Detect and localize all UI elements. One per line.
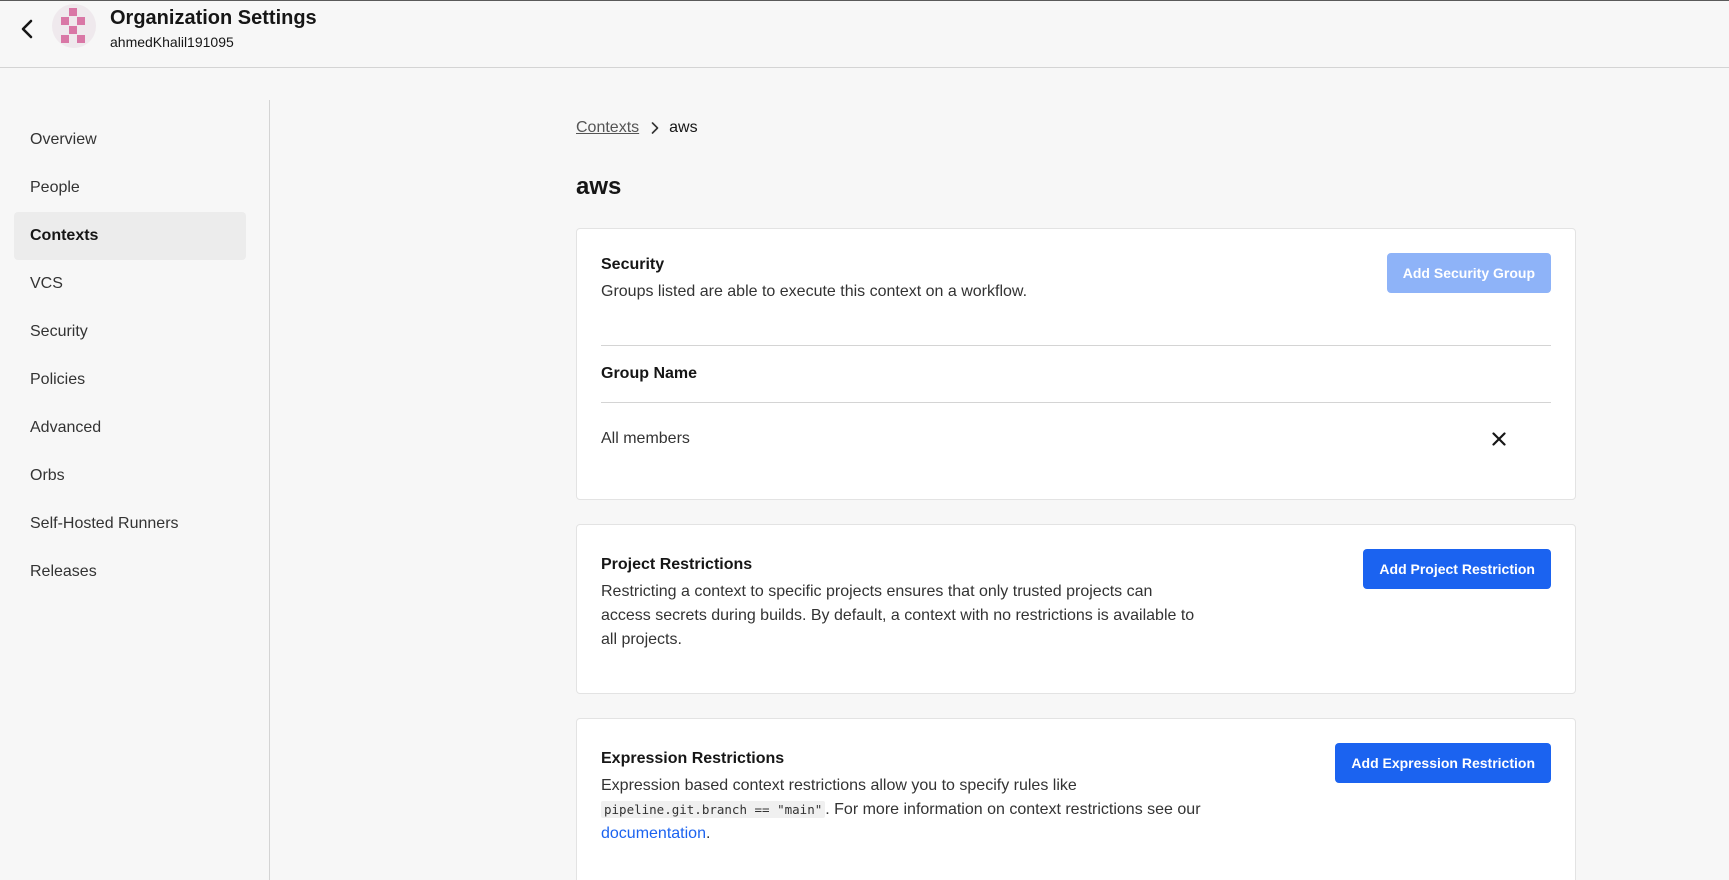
sidebar-item-self-hosted-runners[interactable]: Self-Hosted Runners [14, 500, 246, 548]
documentation-link[interactable]: documentation [601, 825, 706, 842]
project-restrictions-description: Restricting a context to specific projec… [601, 580, 1261, 652]
sidebar-divider [269, 100, 270, 880]
expression-restrictions-title: Expression Restrictions [601, 750, 785, 767]
add-project-restriction-button[interactable]: Add Project Restriction [1363, 549, 1551, 589]
divider [601, 402, 1551, 403]
expression-restrictions-description: Expression based context restrictions al… [601, 774, 1281, 846]
link-suffix: . [705, 825, 711, 842]
remove-group-button[interactable] [1485, 425, 1513, 453]
description-line: pipeline.git.branch == "main". For more … [601, 798, 1281, 822]
close-icon [1492, 432, 1506, 446]
settings-sidebar: Overview People Contexts VCS Security Po… [0, 68, 270, 880]
breadcrumb: Contexts aws [576, 118, 698, 138]
project-restrictions-title: Project Restrictions [601, 556, 753, 573]
description-line: Expression based context restrictions al… [601, 777, 1077, 794]
chevron-left-icon [21, 19, 33, 39]
sidebar-item-vcs[interactable]: VCS [14, 260, 246, 308]
group-name-column-header: Group Name [601, 365, 698, 382]
sidebar-item-people[interactable]: People [14, 164, 246, 212]
description-text: . For more information on context restri… [825, 801, 1201, 818]
sidebar-item-contexts[interactable]: Contexts [14, 212, 246, 260]
avatar [52, 4, 96, 48]
description-line: access secrets during builds. By default… [601, 607, 1195, 624]
description-line: documentation. [601, 822, 1281, 846]
security-description: Groups listed are able to execute this c… [601, 283, 1028, 300]
back-button[interactable] [16, 15, 38, 43]
org-settings-title: Organization Settings [110, 7, 317, 29]
org-identicon [61, 8, 85, 43]
add-expression-restriction-button[interactable]: Add Expression Restriction [1335, 743, 1551, 783]
org-name: ahmedKhalil191095 [110, 34, 234, 50]
divider [601, 345, 1551, 346]
code-snippet: pipeline.git.branch == "main" [601, 801, 826, 818]
sidebar-item-policies[interactable]: Policies [14, 356, 246, 404]
sidebar-item-advanced[interactable]: Advanced [14, 404, 246, 452]
group-row-name: All members [601, 430, 690, 447]
description-line: Restricting a context to specific projec… [601, 583, 1153, 600]
breadcrumb-current: aws [669, 119, 698, 136]
top-header: Organization Settings ahmedKhalil191095 [0, 0, 1729, 68]
sidebar-item-security[interactable]: Security [14, 308, 246, 356]
security-card: Security Groups listed are able to execu… [576, 228, 1576, 500]
breadcrumb-contexts-link[interactable]: Contexts [576, 119, 639, 137]
project-restrictions-card: Project Restrictions Restricting a conte… [576, 524, 1576, 694]
security-title: Security [601, 256, 665, 273]
chevron-right-icon [651, 122, 659, 134]
sidebar-item-releases[interactable]: Releases [14, 548, 246, 596]
expression-restrictions-card: Expression Restrictions Expression based… [576, 718, 1576, 880]
description-line: all projects. [601, 631, 682, 648]
sidebar-item-overview[interactable]: Overview [14, 116, 246, 164]
sidebar-item-orbs[interactable]: Orbs [14, 452, 246, 500]
page-title: aws [576, 173, 622, 200]
add-security-group-button[interactable]: Add Security Group [1386, 253, 1551, 293]
